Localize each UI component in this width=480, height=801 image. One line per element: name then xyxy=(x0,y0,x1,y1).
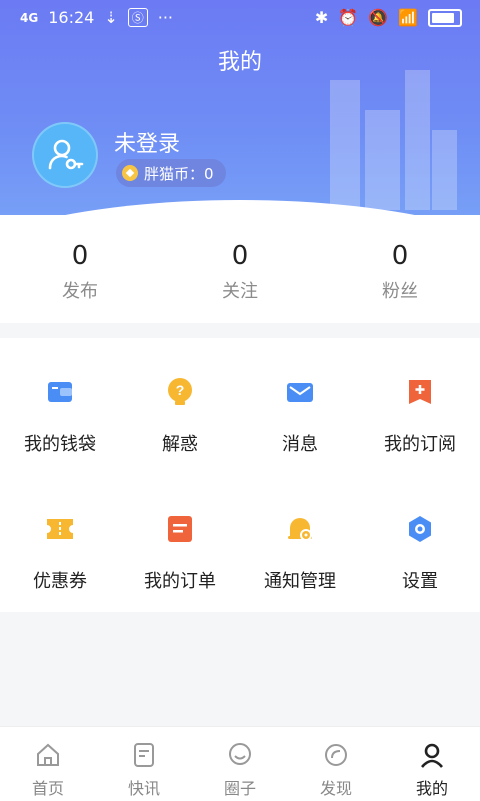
menu-label: 解惑 xyxy=(162,434,198,455)
menu-item-wallet[interactable]: 我的钱袋 xyxy=(0,338,120,475)
city-skyline-decoration xyxy=(330,70,457,210)
tab-community[interactable]: 圈子 xyxy=(192,727,288,801)
more-notifications: ··· xyxy=(157,8,173,27)
svg-text:?: ? xyxy=(176,382,185,398)
stat-value: 0 xyxy=(231,241,249,271)
tab-label: 发现 xyxy=(319,779,352,798)
profile-icon xyxy=(421,743,443,768)
stat-label: 关注 xyxy=(222,281,258,302)
tab-home[interactable]: 首页 xyxy=(0,727,96,801)
wallet-icon xyxy=(48,382,72,402)
menu-item-settings[interactable]: 设置 xyxy=(360,475,480,612)
tab-discover[interactable]: 发现 xyxy=(288,727,384,801)
subscription-icon xyxy=(409,380,431,404)
page-title: 我的 xyxy=(217,50,262,75)
stat-following[interactable]: 0 关注 xyxy=(160,215,320,323)
coin-label: 胖猫币：0 xyxy=(144,164,214,183)
coupon-icon xyxy=(47,519,73,539)
menu-label: 我的订单 xyxy=(144,571,216,592)
menu-label: 我的订阅 xyxy=(384,434,456,455)
alarm-icon: ⏰ xyxy=(338,8,359,27)
stat-label: 粉丝 xyxy=(382,281,418,302)
question-icon: ? xyxy=(168,378,192,405)
profile-header: 4G 16:24 ⇣ Ⓢ ··· ✱ ⏰ 🔕 📶 我的 未登录 胖猫币：0 xyxy=(0,0,480,240)
menu-grid: 我的钱袋 ? 解惑 消息 我的订阅 优惠券 我的订单 通知管理 设置 xyxy=(0,338,480,612)
username[interactable]: 未登录 xyxy=(114,126,180,158)
usb-icon: ⇣ xyxy=(104,8,118,27)
bottom-tab-bar: 首页 快讯 圈子 发现 我的 xyxy=(0,726,480,801)
avatar[interactable] xyxy=(32,122,98,188)
menu-label: 优惠券 xyxy=(33,571,87,592)
discover-icon xyxy=(325,744,347,766)
stat-label: 发布 xyxy=(62,281,98,302)
status-bar: 4G 16:24 ⇣ Ⓢ ··· ✱ ⏰ 🔕 📶 xyxy=(0,0,480,36)
menu-item-notification-settings[interactable]: 通知管理 xyxy=(240,475,360,612)
order-icon xyxy=(168,516,192,542)
bluetooth-icon: ✱ xyxy=(314,8,329,27)
battery-icon xyxy=(428,8,462,27)
community-icon xyxy=(229,743,251,765)
menu-item-subscriptions[interactable]: 我的订阅 xyxy=(360,338,480,475)
wifi-icon: 📶 xyxy=(398,8,418,27)
news-icon xyxy=(134,743,154,767)
menu-label: 消息 xyxy=(282,434,318,455)
network-indicator: 4G xyxy=(20,10,39,25)
tab-profile[interactable]: 我的 xyxy=(384,727,480,801)
menu-label: 通知管理 xyxy=(264,571,336,592)
mute-icon: 🔕 xyxy=(368,8,389,27)
home-icon xyxy=(37,743,59,766)
mail-icon xyxy=(287,383,313,402)
menu-label: 设置 xyxy=(402,571,438,592)
menu-label: 我的钱袋 xyxy=(24,434,96,455)
coin-icon xyxy=(122,165,138,181)
stat-followers[interactable]: 0 粉丝 xyxy=(320,215,480,323)
stat-value: 0 xyxy=(391,241,409,271)
tab-news[interactable]: 快讯 xyxy=(96,727,192,801)
app-badge-icon: Ⓢ xyxy=(127,8,148,27)
menu-item-answers[interactable]: ? 解惑 xyxy=(120,338,240,475)
tab-label: 快讯 xyxy=(127,779,160,798)
tab-label: 我的 xyxy=(415,779,448,798)
menu-item-messages[interactable]: 消息 xyxy=(240,338,360,475)
stat-value: 0 xyxy=(71,241,89,271)
menu-item-coupons[interactable]: 优惠券 xyxy=(0,475,120,612)
coin-balance[interactable]: 胖猫币：0 xyxy=(116,159,226,187)
notification-settings-icon xyxy=(288,518,312,541)
stat-posts[interactable]: 0 发布 xyxy=(0,215,160,323)
settings-icon xyxy=(409,516,431,542)
tab-label: 圈子 xyxy=(223,779,256,798)
stats-row: 0 发布 0 关注 0 粉丝 xyxy=(0,215,480,323)
user-key-icon xyxy=(48,139,84,170)
tab-label: 首页 xyxy=(31,779,64,798)
menu-item-orders[interactable]: 我的订单 xyxy=(120,475,240,612)
clock: 16:24 xyxy=(48,8,95,27)
